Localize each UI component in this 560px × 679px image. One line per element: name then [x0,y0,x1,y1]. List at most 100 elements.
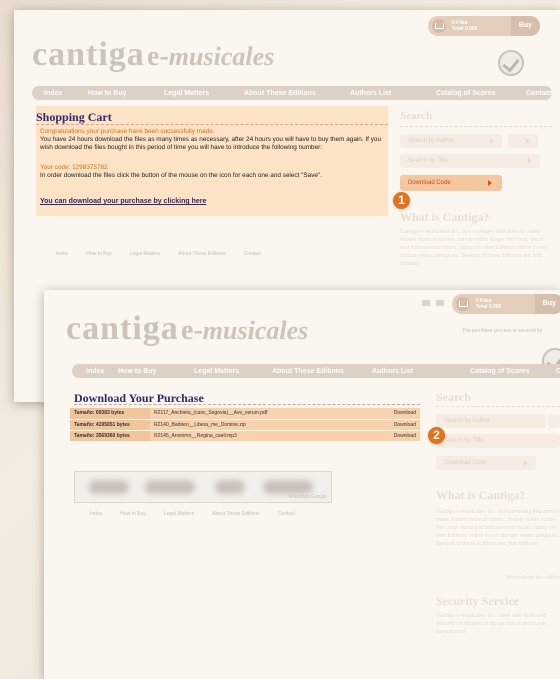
search-divider [400,126,552,127]
what-is-cantiga-text: Cantiga e-musicales S.L. is a company th… [436,509,560,547]
file-name: R2117_Anchieta_(canc_Segovia)__Ave_verum… [150,408,380,420]
cart-total: Total 0.00€ [476,304,502,310]
search-divider [436,406,560,407]
chevron-right-icon [526,138,530,144]
shopping-cart-panel: Shopping Cart Congratulations your purch… [36,106,388,216]
chevron-right-icon [524,460,528,466]
footer-about[interactable]: About These Editions [212,511,259,517]
save-instructions: In order download the files click the bu… [40,172,322,179]
nav-about-editions[interactable]: About These Editions [272,368,344,375]
step-1-badge: 1 [393,192,410,209]
main-nav: Index How to Buy Legal Matters About The… [72,364,560,378]
success-message: Congratulations your purchase have been … [40,128,215,135]
instructions-message: You have 24 hours download the files as … [40,136,382,151]
step-2-badge: 2 [428,427,445,444]
footer-nav: Index How to Buy Legal Matters About The… [90,511,313,517]
search-heading: Search [436,390,472,404]
nav-legal-matters[interactable]: Legal Matters [194,368,239,375]
footer-contact[interactable]: Contact [244,251,261,257]
footer-about[interactable]: About These Editions [178,251,225,257]
search-by-author-field[interactable]: Search by Author [400,134,502,148]
logo-main: cantiga [32,36,145,73]
chevron-right-icon [490,138,494,144]
flag-icon [422,300,430,306]
search-by-author-label: Search by Author [408,138,455,144]
google-ad-box[interactable]: Anuncios Google [74,471,332,503]
download-code-label: Download Code [408,180,451,186]
buy-button[interactable]: Buy [534,294,560,314]
file-size: Tamaño: 69383 bytes [70,408,150,420]
search-heading: Search [400,110,433,122]
cart-icon [432,19,446,33]
nav-index[interactable]: Index [44,90,62,97]
chevron-right-icon [488,180,492,186]
page-title: Shopping Cart [36,110,112,124]
file-size: Tamaño: 4195051 bytes [70,419,150,431]
logo-sub: musicales [202,316,309,345]
nav-how-to-buy[interactable]: How to Buy [88,90,127,97]
nav-legal-matters[interactable]: Legal Matters [164,90,209,97]
more-about-editions-link[interactable]: More about the editions [480,574,560,582]
file-size: Tamaño: 3569360 bytes [70,430,150,442]
footer-index[interactable]: Index [90,511,102,517]
footer-contact[interactable]: Contact [278,511,295,517]
cart-widget[interactable]: 0 Files Total 0.00€ Buy [452,294,560,314]
download-code-field[interactable]: Download Code [400,175,502,191]
security-service-text: Cantiga e-musicales S.L. uses safe tools… [436,613,547,635]
buy-button[interactable]: Buy [510,16,540,36]
table-row: Tamaño: 4195051 bytes R2140_Barbieri__Li… [70,419,420,431]
download-button[interactable]: Download [380,430,420,442]
nav-catalog[interactable]: Catalog of Scores [436,90,496,97]
nav-index[interactable]: Index [86,368,104,375]
author-select[interactable] [508,134,538,148]
what-is-cantiga-heading: What is Cantiga? [436,488,526,502]
download-purchase-link[interactable]: You can download your purchase by clicki… [40,198,206,205]
nav-contact[interactable]: Contact [526,90,552,97]
cart-total: Total 0.00€ [452,26,478,32]
search-by-author-label: Search by Author [444,418,491,424]
what-is-cantiga-heading: What is Cantiga? [400,210,490,224]
download-code-label: Download Code [444,460,487,466]
nav-authors-list[interactable]: Authors List [372,368,413,375]
cart-icon [456,297,470,311]
author-select[interactable] [548,414,560,428]
download-button[interactable]: Download [380,408,420,420]
download-purchase-screenshot: 0 Files Total 0.00€ Buy cantiga e-musica… [44,290,560,679]
site-logo[interactable]: cantiga e-musicales [32,36,274,74]
footer-index[interactable]: Index [56,251,68,257]
chevron-right-icon [528,158,532,164]
table-row: Tamaño: 69383 bytes R2117_Anchieta_(canc… [70,408,420,420]
footer-nav: Index How to Buy Legal Matters About The… [56,251,279,257]
site-logo[interactable]: cantiga e-musicales [66,310,308,348]
search-by-title-field[interactable]: Search by Title [400,154,540,168]
footer-legal[interactable]: Legal Matters [164,511,194,517]
search-by-author-field[interactable]: Search by Author [436,414,546,428]
download-code: Your code: 1298375782 [40,164,108,171]
footer-how-to-buy[interactable]: How to Buy [120,511,146,517]
logo-main: cantiga [66,310,179,347]
footer-how-to-buy[interactable]: How to Buy [86,251,112,257]
title-divider [36,124,388,125]
secure-note: The purchase process is secured by [462,328,543,334]
security-service-heading: Security Service [436,594,519,608]
logo-e: e- [147,41,169,72]
search-by-title-label: Search by Title [408,158,448,164]
nav-authors-list[interactable]: Authors List [350,90,391,97]
download-code-field[interactable]: Download Code [436,456,536,470]
logo-sub: musicales [168,42,275,71]
table-row: Tamaño: 3569360 bytes R2145_Anonimo__Reg… [70,430,420,442]
nav-about-editions[interactable]: About These Editions [244,90,316,97]
search-by-title-field[interactable]: Search by Title [436,434,560,448]
main-nav: Index How to Buy Legal Matters About The… [32,86,552,100]
nav-how-to-buy[interactable]: How to Buy [118,368,157,375]
title-divider [74,404,420,405]
footer-legal[interactable]: Legal Matters [130,251,160,257]
file-name: R2140_Barbieri__Libera_me_Domine.zip [150,419,380,431]
flag-icon [436,300,444,306]
nav-contact[interactable]: Contact [556,368,560,375]
download-button[interactable]: Download [380,419,420,431]
cart-widget[interactable]: 0 Files Total 0.00€ Buy [428,16,540,36]
ad-label: Anuncios Google [288,494,327,500]
nav-catalog[interactable]: Catalog of Scores [470,368,530,375]
files-table: Tamaño: 69383 bytes R2117_Anchieta_(canc… [70,408,420,442]
